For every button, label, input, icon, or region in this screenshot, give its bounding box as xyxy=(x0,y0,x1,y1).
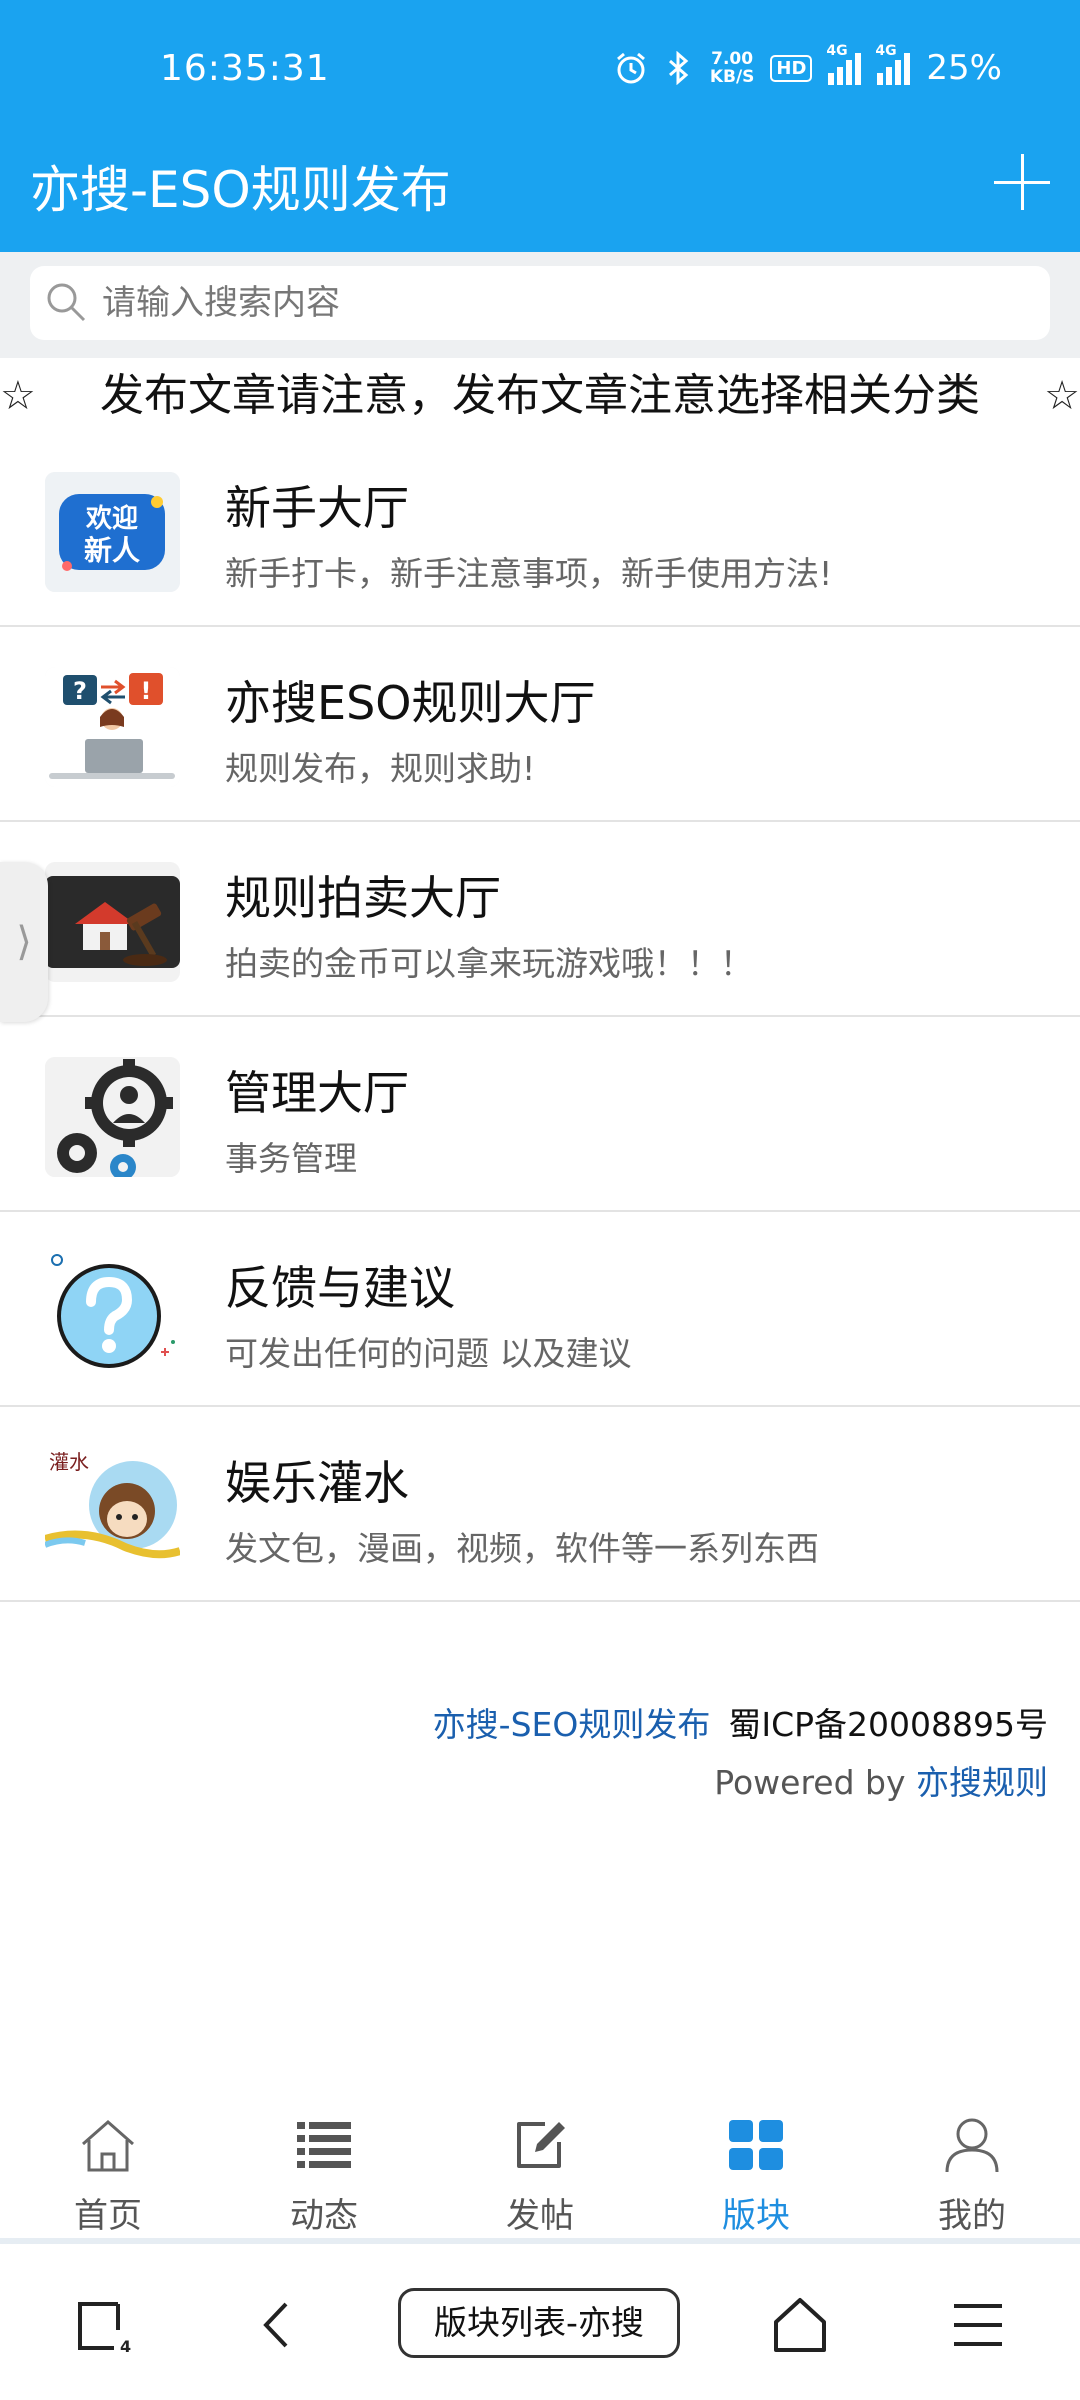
home-icon xyxy=(774,2298,826,2352)
tab-label: 发帖 xyxy=(506,2196,574,2236)
forum-name: 娱乐灌水 xyxy=(225,1456,409,1510)
network-speed: 7.00 KB/S xyxy=(709,49,755,87)
forum-name: 规则拍卖大厅 xyxy=(225,871,501,925)
tab-count: 4 xyxy=(120,2337,131,2356)
bottom-tab-bar: 首页 动态 发帖 版块 我的 xyxy=(0,2096,1080,2244)
chevron-left-icon xyxy=(263,2302,288,2348)
tab-home[interactable]: 首页 xyxy=(0,2114,216,2237)
forum-item-entertainment[interactable]: 灌水 娱乐灌水 发文包，漫画，视频，软件等一系列东西 xyxy=(0,1407,1080,1602)
star-icon: ☆ xyxy=(0,373,36,419)
search-input[interactable] xyxy=(102,266,1022,340)
svg-text:欢迎: 欢迎 xyxy=(85,503,138,534)
back-button[interactable] xyxy=(252,2290,302,2360)
status-icons: 7.00 KB/S HD 4G 4G 25% xyxy=(614,43,1002,88)
tab-label: 动态 xyxy=(290,2196,358,2236)
status-time: 16:35:31 xyxy=(160,48,330,89)
forum-desc: 发文包，漫画，视频，软件等一系列东西 xyxy=(225,1529,819,1568)
svg-text:?: ? xyxy=(73,677,87,705)
tab-post[interactable]: 发帖 xyxy=(432,2114,648,2237)
tab-label: 我的 xyxy=(938,2196,1006,2236)
tab-label: 版块 xyxy=(722,2196,790,2236)
forum-item-newbie[interactable]: 欢迎 新人 新手大厅 新手打卡，新手注意事项，新手使用方法! xyxy=(0,432,1080,627)
search-box[interactable] xyxy=(30,266,1050,340)
forum-name: 亦搜ESO规则大厅 xyxy=(225,676,596,730)
status-bar: 16:35:31 7.00 KB/S HD 4G 4G 25% xyxy=(0,0,1080,140)
forum-item-feedback[interactable]: 反馈与建议 可发出任何的问题 以及建议 xyxy=(0,1212,1080,1407)
forum-name: 新手大厅 xyxy=(225,481,409,535)
tab-me[interactable]: 我的 xyxy=(864,2114,1080,2237)
notice-text: 发布文章请注意，发布文章注意选择相关分类 xyxy=(100,370,980,421)
alarm-icon xyxy=(616,52,645,84)
cartoon-girl-icon: 灌水 xyxy=(45,1447,180,1567)
page-title: 亦搜-ESO规则发布 xyxy=(30,161,451,219)
search-icon xyxy=(47,283,86,322)
footer-powered-link[interactable]: 亦搜规则 xyxy=(916,1763,1048,1802)
list-icon xyxy=(297,2122,351,2168)
forum-name: 反馈与建议 xyxy=(225,1261,455,1315)
browser-menu-button[interactable] xyxy=(950,2290,1006,2360)
hd-badge: HD xyxy=(770,54,813,82)
tab-label: 首页 xyxy=(74,2196,142,2236)
forum-desc: 事务管理 xyxy=(225,1139,357,1178)
add-button[interactable] xyxy=(994,154,1050,210)
battery-percent: 25% xyxy=(926,48,1002,88)
star-icon: ☆ xyxy=(1044,373,1080,419)
tabs-icon: 4 xyxy=(78,2302,131,2356)
question-bubble-icon xyxy=(45,1252,180,1372)
welcome-newbie-icon: 欢迎 新人 xyxy=(45,472,180,592)
side-drawer-handle[interactable]: ⟩ xyxy=(0,862,48,1022)
url-bar[interactable]: 版块列表-亦搜 xyxy=(398,2288,680,2358)
tabs-button[interactable]: 4 xyxy=(74,2290,136,2360)
auction-gavel-icon xyxy=(45,862,180,982)
thumb-caption: 灌水 xyxy=(49,1450,89,1474)
edit-icon xyxy=(517,2122,565,2168)
forum-item-auction[interactable]: 规则拍卖大厅 拍卖的金币可以拿来玩游戏哦！！！ xyxy=(0,822,1080,1017)
forum-desc: 可发出任何的问题 以及建议 xyxy=(225,1334,632,1373)
svg-text:新人: 新人 xyxy=(84,534,140,567)
gear-manager-icon xyxy=(45,1057,180,1177)
menu-icon xyxy=(954,2304,1002,2346)
forum-list: 欢迎 新人 新手大厅 新手打卡，新手注意事项，新手使用方法! ? ! 亦搜ESO… xyxy=(0,432,1080,1602)
user-icon xyxy=(945,2118,999,2173)
question-exclaim-person-icon: ? ! xyxy=(45,667,180,787)
footer-icp[interactable]: 蜀ICP备20008895号 xyxy=(728,1705,1048,1744)
tab-forums[interactable]: 版块 xyxy=(648,2114,864,2237)
home-icon xyxy=(82,2120,134,2172)
signal-icon-2: 4G xyxy=(875,43,911,85)
forum-name: 管理大厅 xyxy=(225,1066,409,1120)
search-bar xyxy=(0,252,1080,358)
notice-banner: ☆ 发布文章请注意，发布文章注意选择相关分类 ☆ xyxy=(0,362,1080,430)
bluetooth-icon xyxy=(668,51,689,85)
grid-icon xyxy=(729,2120,783,2170)
svg-text:!: ! xyxy=(141,677,152,705)
forum-item-eso-rules[interactable]: ? ! 亦搜ESO规则大厅 规则发布，规则求助! xyxy=(0,627,1080,822)
signal-icon-1: 4G xyxy=(826,43,862,85)
page-footer: 亦搜-SEO规则发布 蜀ICP备20008895号 Powered by 亦搜规则 xyxy=(433,1696,1048,1812)
forum-desc: 规则发布，规则求助! xyxy=(225,749,536,788)
browser-home-button[interactable] xyxy=(770,2290,830,2360)
forum-item-management[interactable]: 管理大厅 事务管理 xyxy=(0,1017,1080,1212)
app-bar: 亦搜-ESO规则发布 xyxy=(0,140,1080,252)
forum-desc: 新手打卡，新手注意事项，新手使用方法! xyxy=(225,554,833,593)
footer-site-link[interactable]: 亦搜-SEO规则发布 xyxy=(433,1705,711,1744)
tab-activity[interactable]: 动态 xyxy=(216,2114,432,2237)
browser-toolbar: 4 版块列表-亦搜 xyxy=(0,2250,1080,2400)
forum-desc: 拍卖的金币可以拿来玩游戏哦！！！ xyxy=(225,944,753,983)
footer-powered-by: Powered by xyxy=(714,1763,916,1802)
